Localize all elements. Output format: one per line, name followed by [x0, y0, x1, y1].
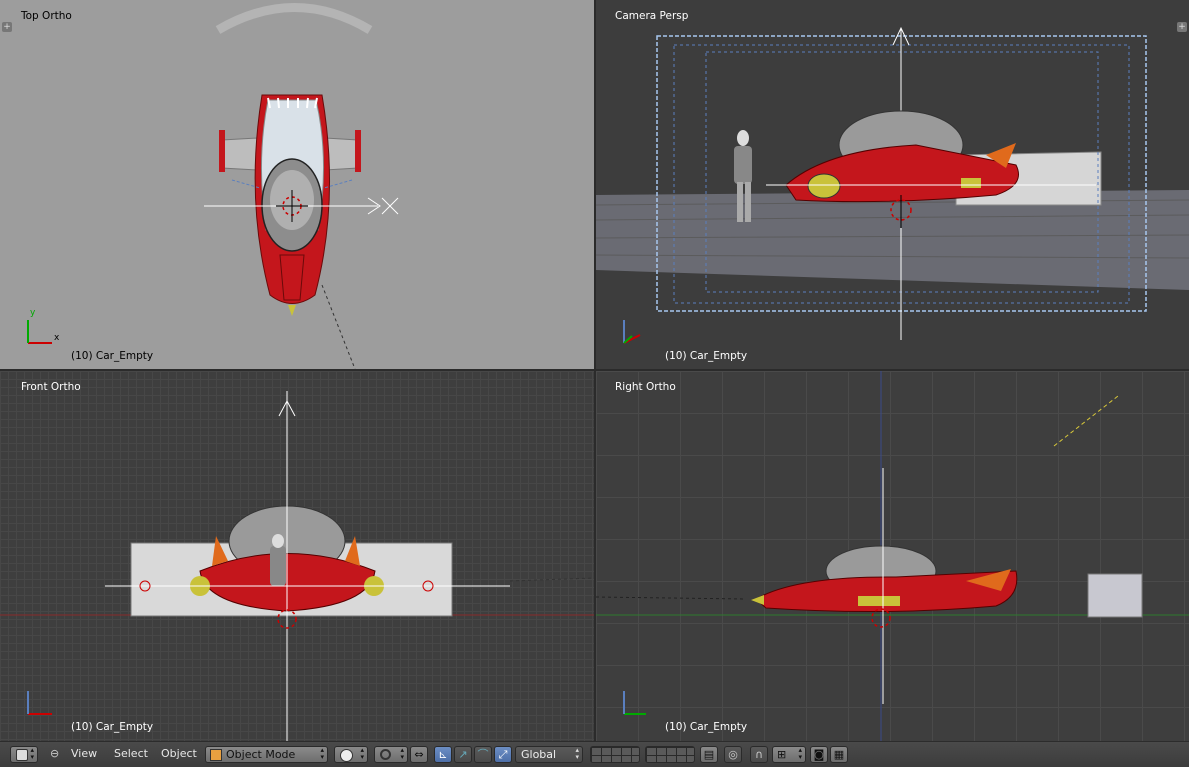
editor-type-button[interactable]: ▴ ▾ — [10, 746, 38, 763]
viewport-label: Top Ortho — [21, 10, 72, 22]
view-menu[interactable]: View — [67, 746, 101, 763]
mode-dropdown[interactable]: Object Mode ▴ ▾ — [205, 746, 328, 763]
viewport-camera-persp[interactable]: Camera Persp (10) Car_Empty + — [596, 0, 1189, 369]
collapse-menu-icon[interactable]: ⊖ — [46, 746, 60, 763]
proportional-edit-icon: ◎ — [728, 748, 738, 761]
axis-gizmo-icon: ⊾ — [438, 748, 448, 761]
axis-x-label: x — [54, 333, 60, 343]
dropdown-arrows-icon: ▴ ▾ — [320, 746, 324, 761]
dropdown-arrows-icon: ▴ ▾ — [575, 746, 579, 761]
viewport-object-name: (10) Car_Empty — [665, 350, 748, 362]
front-ortho-scene — [0, 391, 594, 741]
rotate-manipulator-button[interactable]: ⌒ — [474, 746, 492, 763]
axis-y-label: y — [30, 308, 36, 318]
camera-icon: ◙ — [813, 748, 825, 761]
viewport-label: Right Ortho — [615, 381, 676, 393]
snap-toggle-button[interactable]: ∩ — [750, 746, 768, 763]
scene-layers-group-1[interactable] — [590, 746, 640, 763]
render-animation-button[interactable]: ▦ — [830, 746, 848, 763]
magnet-icon: ∩ — [754, 748, 764, 761]
object-menu[interactable]: Object — [157, 746, 201, 763]
viewport-top-ortho[interactable]: + Top Ortho (10) Car_Empty x y — [0, 0, 594, 369]
manipulator-toggle[interactable]: ⊾ — [434, 746, 452, 763]
camera-persp-scene — [596, 26, 1189, 344]
double-arrow-icon: ⇔ — [414, 748, 424, 761]
proportional-editing-button[interactable]: ◎ — [724, 746, 742, 763]
viewport-object-name: (10) Car_Empty — [665, 721, 748, 733]
viewport-right-ortho[interactable]: Right Ortho (10) Car_Empty — [596, 371, 1189, 741]
pivot-point-dropdown[interactable]: ▴ ▾ — [374, 746, 408, 763]
scale-manipulator-button[interactable]: ⤢ — [494, 746, 512, 763]
top-ortho-scene — [27, 3, 399, 369]
scene-layers-group-2[interactable] — [645, 746, 695, 763]
snap-increment-icon: ⊞ — [777, 748, 787, 761]
pivot-icon — [380, 749, 391, 760]
snap-element-dropdown[interactable]: ⊞ ▴ ▾ — [772, 746, 806, 763]
dropdown-arrows-icon: ▴ ▾ — [400, 746, 404, 761]
3d-view-header: ▴ ▾ ⊖ View Select Object Object Mode ▴ ▾ ▴… — [0, 741, 1189, 767]
dropdown-arrows-icon: ▴ ▾ — [360, 746, 364, 761]
viewport-object-name: (10) Car_Empty — [71, 350, 154, 362]
dropdown-arrows-icon: ▴ ▾ — [30, 746, 34, 761]
transform-orientation-dropdown[interactable]: Global ▴ ▾ — [515, 746, 583, 763]
orientation-label: Global — [521, 748, 557, 761]
scale-icon: ⤢ — [498, 748, 508, 761]
viewport-label: Camera Persp — [615, 10, 689, 22]
viewport-label: Front Ortho — [21, 381, 81, 393]
viewport-front-ortho[interactable]: Front Ortho (10) Car_Empty — [0, 371, 594, 741]
rotate-icon: ⌒ — [477, 748, 489, 761]
viewport-object-name: (10) Car_Empty — [71, 721, 154, 733]
layer-lock-icon: ▤ — [703, 748, 715, 761]
corner-add-icon[interactable]: + — [2, 22, 12, 32]
clapperboard-icon: ▦ — [833, 748, 845, 761]
translate-manipulator-button[interactable]: ↗ — [454, 746, 472, 763]
lock-layers-button[interactable]: ▤ — [700, 746, 718, 763]
mode-label: Object Mode — [226, 748, 296, 761]
dropdown-arrows-icon: ▴ ▾ — [798, 746, 802, 761]
render-still-button[interactable]: ◙ — [810, 746, 828, 763]
3d-view-icon — [16, 749, 28, 761]
solid-sphere-icon — [340, 749, 353, 762]
corner-add-icon[interactable]: + — [1177, 22, 1187, 32]
cube-icon — [210, 749, 222, 761]
viewport-shading-dropdown[interactable]: ▴ ▾ — [334, 746, 368, 763]
arrow-icon: ↗ — [458, 748, 468, 761]
right-ortho-scene — [596, 371, 1189, 741]
select-menu[interactable]: Select — [110, 746, 152, 763]
manipulate-center-toggle[interactable]: ⇔ — [410, 746, 428, 763]
